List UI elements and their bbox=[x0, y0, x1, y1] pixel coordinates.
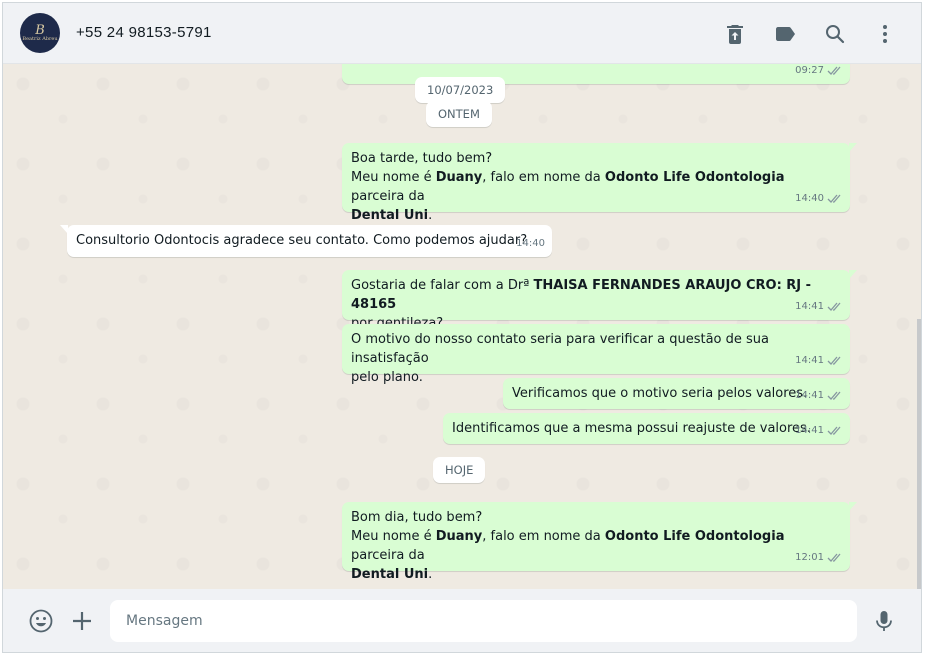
message-bubble-incoming[interactable]: Consultorio Odontocis agradece seu conta… bbox=[60, 225, 552, 257]
emoji-icon[interactable] bbox=[28, 608, 54, 634]
contact-name[interactable]: +55 24 98153-5791 bbox=[76, 24, 212, 41]
message-meta: 14:40 bbox=[795, 189, 843, 208]
microphone-icon[interactable] bbox=[871, 608, 897, 634]
read-ticks-icon bbox=[827, 356, 841, 365]
date-divider-yesterday: ONTEM bbox=[426, 101, 492, 127]
read-ticks-icon bbox=[827, 302, 841, 311]
delete-icon[interactable] bbox=[723, 22, 747, 46]
message-bubble-outgoing[interactable]: Gostaria de falar com a Drª THAISA FERNA… bbox=[342, 270, 857, 331]
message-text: Bom dia, tudo bem? Meu nome é Duany, fal… bbox=[351, 510, 785, 582]
message-time: 12:01 bbox=[795, 552, 824, 563]
message-meta: 09:27 bbox=[795, 64, 843, 80]
read-ticks-icon bbox=[827, 66, 841, 75]
message-bubble-outgoing[interactable]: Bom dia, tudo bem? Meu nome é Duany, fal… bbox=[342, 502, 857, 582]
chat-window: B Beatriz Abreu +55 24 98153-5791 09:27 … bbox=[2, 2, 922, 653]
read-ticks-icon bbox=[827, 391, 841, 400]
message-time: 14:40 bbox=[516, 238, 545, 249]
compose-bar bbox=[3, 589, 921, 652]
message-text: Identificamos que a mesma possui reajust… bbox=[452, 421, 811, 436]
date-divider-today: HOJE bbox=[433, 457, 486, 483]
message-meta: 14:41 bbox=[795, 351, 843, 370]
attach-plus-icon[interactable] bbox=[69, 608, 95, 634]
date-divider-old: 10/07/2023 bbox=[415, 77, 506, 103]
message-meta: 14:41 bbox=[795, 297, 843, 316]
message-meta: 12:01 bbox=[795, 548, 843, 567]
message-meta: 14:40 bbox=[516, 234, 545, 253]
read-ticks-icon bbox=[827, 194, 841, 203]
search-icon[interactable] bbox=[823, 22, 847, 46]
message-list[interactable]: 09:27 10/07/2023 ONTEM Boa tarde, tudo b… bbox=[3, 64, 921, 589]
message-meta: 14:41 bbox=[795, 421, 843, 440]
message-time: 14:41 bbox=[795, 390, 824, 401]
read-ticks-icon bbox=[827, 426, 841, 435]
scrollbar-thumb[interactable] bbox=[917, 319, 921, 589]
message-time: 14:41 bbox=[795, 301, 824, 312]
message-meta: 14:41 bbox=[795, 386, 843, 405]
message-time: 14:41 bbox=[795, 355, 824, 366]
message-text: Consultorio Odontocis agradece seu conta… bbox=[76, 233, 528, 248]
message-text: Boa tarde, tudo bem? Meu nome é Duany, f… bbox=[351, 151, 785, 223]
label-icon[interactable] bbox=[773, 22, 797, 46]
message-bubble-outgoing[interactable]: O motivo do nosso contato seria para ver… bbox=[342, 324, 850, 385]
scrollbar[interactable] bbox=[917, 64, 921, 589]
avatar[interactable]: B Beatriz Abreu bbox=[20, 13, 60, 53]
message-bubble-outgoing[interactable]: Verificamos que o motivo seria pelos val… bbox=[503, 378, 850, 409]
message-time: 09:27 bbox=[795, 65, 824, 76]
message-time: 14:41 bbox=[795, 425, 824, 436]
read-ticks-icon bbox=[827, 553, 841, 562]
message-bubble-outgoing[interactable]: Identificamos que a mesma possui reajust… bbox=[443, 413, 850, 444]
menu-icon[interactable] bbox=[873, 22, 897, 46]
avatar-name: Beatriz Abreu bbox=[22, 36, 58, 42]
message-bubble-outgoing[interactable]: Boa tarde, tudo bem? Meu nome é Duany, f… bbox=[342, 143, 857, 223]
message-time: 14:40 bbox=[795, 193, 824, 204]
message-text: Verificamos que o motivo seria pelos val… bbox=[512, 386, 808, 401]
message-input[interactable] bbox=[110, 600, 857, 642]
chat-header: B Beatriz Abreu +55 24 98153-5791 bbox=[3, 3, 921, 64]
